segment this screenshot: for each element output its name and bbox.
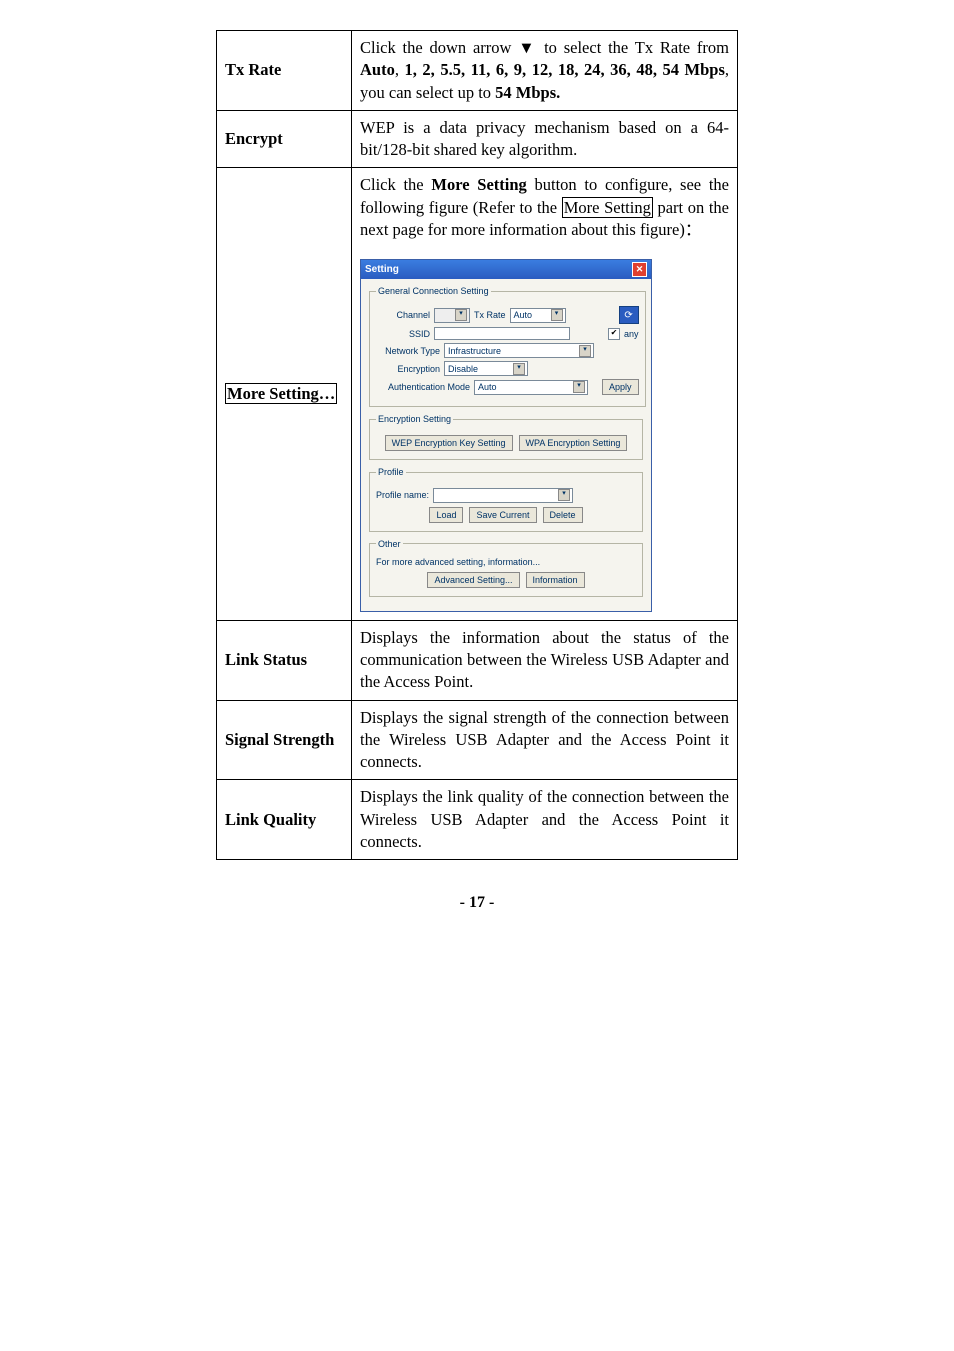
linkstatus-label: Link Status: [217, 620, 352, 700]
delete-button[interactable]: Delete: [543, 507, 583, 523]
txrate-desc: Click the down arrow ▼ to select the Tx …: [352, 31, 738, 111]
general-connection-legend: General Connection Setting: [376, 285, 491, 297]
quality-desc: Displays the link quality of the connect…: [352, 780, 738, 860]
encrypt-desc: WEP is a data privacy mechanism based on…: [352, 110, 738, 168]
close-icon[interactable]: ✕: [632, 262, 647, 277]
channel-label: Channel: [376, 309, 430, 321]
authmode-select[interactable]: Auto▾: [474, 380, 588, 395]
profile-legend: Profile: [376, 466, 406, 478]
moresetting-label: More Setting…: [217, 168, 352, 621]
quality-label: Link Quality: [217, 780, 352, 860]
other-text: For more advanced setting, information..…: [376, 556, 636, 568]
encrypt-label: Encrypt: [217, 110, 352, 168]
refresh-icon[interactable]: ⟳: [619, 306, 639, 324]
other-legend: Other: [376, 538, 403, 550]
dialog-titlebar: Setting ✕: [361, 260, 651, 279]
wep-key-button[interactable]: WEP Encryption Key Setting: [385, 435, 513, 451]
wpa-setting-button[interactable]: WPA Encryption Setting: [519, 435, 628, 451]
profile-name-select[interactable]: ▾: [433, 488, 573, 503]
nettype-label: Network Type: [376, 345, 440, 357]
chevron-down-icon: ▾: [573, 381, 585, 393]
any-checkbox[interactable]: ✔: [608, 328, 620, 340]
save-current-button[interactable]: Save Current: [469, 507, 536, 523]
moresetting-desc: Click the More Setting button to configu…: [352, 168, 738, 621]
setting-dialog: Setting ✕ General Connection Setting Cha…: [360, 259, 652, 612]
load-button[interactable]: Load: [429, 507, 463, 523]
profile-name-label: Profile name:: [376, 489, 429, 501]
linkstatus-desc: Displays the information about the statu…: [352, 620, 738, 700]
encryption-setting-legend: Encryption Setting: [376, 413, 453, 425]
signal-desc: Displays the signal strength of the conn…: [352, 700, 738, 780]
settings-table: Tx Rate Click the down arrow ▼ to select…: [216, 30, 738, 860]
chevron-down-icon: ▾: [513, 363, 525, 375]
ssid-input[interactable]: [434, 327, 570, 340]
channel-select[interactable]: ▾: [434, 308, 470, 323]
authmode-label: Authentication Mode: [376, 381, 470, 393]
chevron-down-icon: ▾: [579, 345, 591, 357]
txrate-mini-label: Tx Rate: [474, 309, 506, 321]
page-number: - 17 -: [216, 894, 738, 912]
chevron-down-icon: ▾: [551, 309, 563, 321]
other-group: Other For more advanced setting, informa…: [369, 538, 643, 597]
signal-label: Signal Strength: [217, 700, 352, 780]
any-label: any: [624, 328, 639, 340]
general-connection-group: General Connection Setting Channel ▾ Tx …: [369, 285, 646, 407]
ssid-label: SSID: [376, 328, 430, 340]
txrate-label: Tx Rate: [217, 31, 352, 111]
advanced-setting-button[interactable]: Advanced Setting...: [427, 572, 519, 588]
dialog-title: Setting: [365, 263, 399, 277]
txrate-select[interactable]: Auto▾: [510, 308, 566, 323]
chevron-down-icon: ▾: [455, 309, 467, 321]
apply-button[interactable]: Apply: [602, 379, 639, 395]
information-button[interactable]: Information: [526, 572, 585, 588]
chevron-down-icon: ▾: [558, 489, 570, 501]
encryption-label: Encryption: [376, 363, 440, 375]
encryption-select[interactable]: Disable▾: [444, 361, 528, 376]
nettype-select[interactable]: Infrastructure▾: [444, 343, 594, 358]
profile-group: Profile Profile name: ▾ Load Save Curren…: [369, 466, 643, 531]
encryption-setting-group: Encryption Setting WEP Encryption Key Se…: [369, 413, 643, 460]
